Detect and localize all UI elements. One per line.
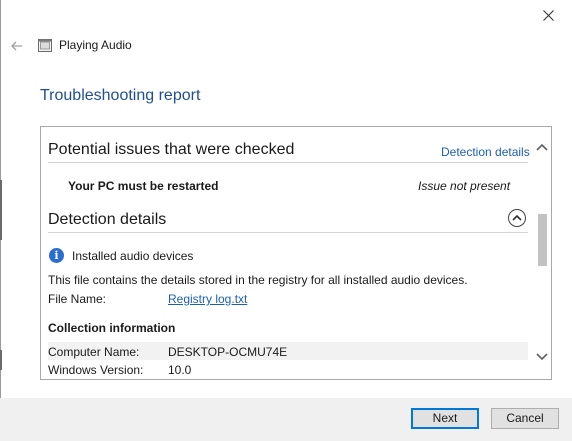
registry-log-link[interactable]: Registry log.txt: [168, 292, 247, 306]
page-title: Troubleshooting report: [40, 87, 201, 104]
divider: [48, 232, 528, 233]
back-arrow-icon: [11, 41, 22, 51]
collapse-button[interactable]: [508, 209, 526, 227]
next-button[interactable]: Next: [411, 408, 479, 429]
issue-name: Your PC must be restarted: [68, 179, 219, 193]
chevron-up-icon: [512, 214, 522, 221]
issue-status: Issue not present: [418, 179, 511, 193]
windows-version-label: Windows Version:: [48, 363, 144, 377]
close-icon: [543, 10, 554, 21]
detection-description: This file contains the details stored in…: [48, 273, 468, 287]
issues-section-title: Potential issues that were checked: [48, 141, 295, 158]
scroll-up-icon[interactable]: [536, 142, 548, 152]
close-button[interactable]: [526, 0, 572, 32]
file-name-label: File Name:: [48, 292, 107, 306]
computer-name-label: Computer Name:: [48, 345, 140, 359]
collection-title: Collection information: [48, 321, 176, 335]
divider: [48, 162, 528, 163]
windows-version-value: 10.0: [168, 363, 192, 377]
back-button[interactable]: [8, 37, 26, 55]
computer-name-value: DESKTOP-OCMU74E: [168, 345, 288, 359]
window-edge-dark: [0, 350, 2, 370]
detection-details-link[interactable]: Detection details: [441, 145, 530, 159]
detection-item-title: Installed audio devices: [72, 249, 194, 263]
cancel-button[interactable]: Cancel: [491, 408, 559, 429]
troubleshooter-icon: [38, 39, 52, 52]
report-panel: Potential issues that were checked Detec…: [40, 126, 552, 380]
vertical-scrollbar[interactable]: [533, 127, 551, 379]
window-title: Playing Audio: [59, 38, 132, 52]
detection-section-title: Detection details: [48, 211, 167, 228]
title-bar: [0, 0, 572, 32]
scroll-thumb[interactable]: [538, 214, 547, 266]
info-icon: i: [49, 248, 64, 263]
button-bar: Next Cancel: [0, 398, 572, 441]
window-edge-dark: [0, 180, 2, 240]
scroll-down-icon[interactable]: [536, 352, 548, 362]
